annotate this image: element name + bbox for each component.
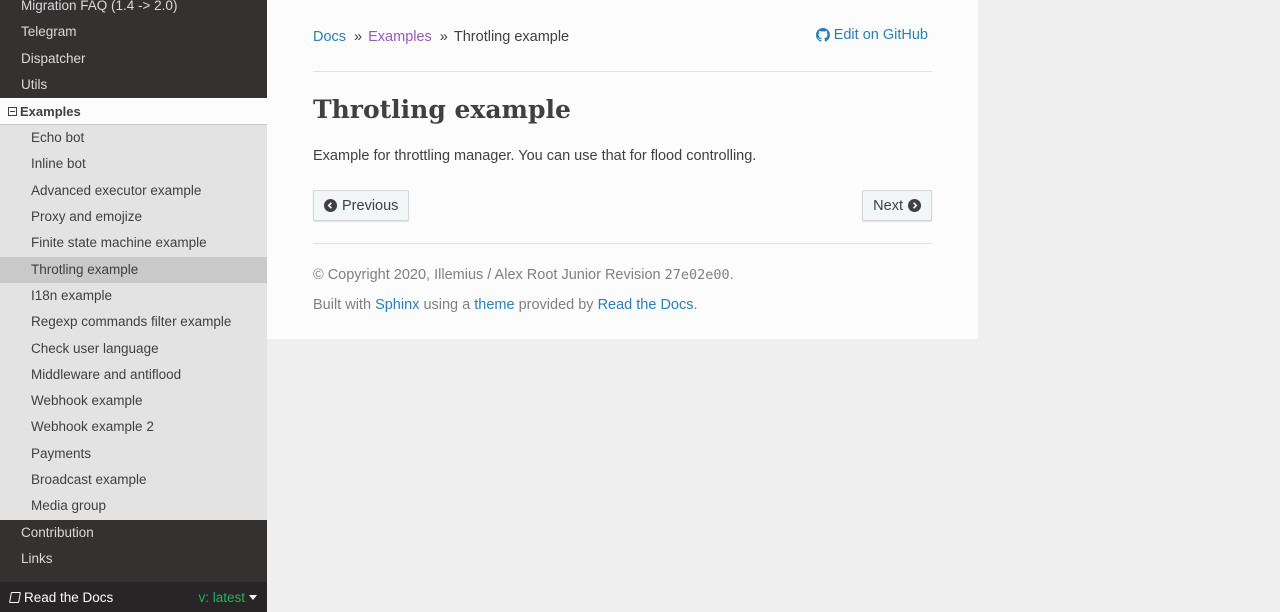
collapse-toggle-icon[interactable] (8, 106, 17, 116)
sidebar-subitem-inline-bot[interactable]: Inline bot (0, 151, 267, 177)
sidebar-subitem-proxy-emojize[interactable]: Proxy and emojize (0, 204, 267, 230)
read-the-docs-link[interactable]: Read the Docs (598, 297, 694, 313)
page-title: Throtling example (313, 95, 571, 124)
sidebar-subitem-throtling[interactable]: Throtling example (0, 256, 267, 283)
sidebar-item-utils[interactable]: Utils (0, 72, 267, 98)
sidebar-submenu: Echo bot Inline bot Advanced executor ex… (0, 125, 267, 520)
sidebar-subitem-payments[interactable]: Payments (0, 441, 267, 467)
main-content: Docs » Examples » Throtling example Edit… (267, 0, 978, 339)
edit-on-github-label: Edit on GitHub (833, 27, 928, 43)
rtd-version-bar[interactable]: Read the Docs v: latest (0, 582, 267, 612)
page-description: Example for throttling manager. You can … (313, 148, 757, 164)
sidebar-item-migration-faq[interactable]: Migration FAQ (1.4 -> 2.0) (0, 0, 267, 19)
breadcrumb-current: Throtling example (453, 29, 570, 45)
sidebar-item-links[interactable]: Links (0, 546, 267, 572)
previous-button[interactable]: Previous (313, 190, 410, 221)
sidebar-bottom-menu: Contribution Links (0, 520, 267, 573)
sidebar-top-menu: Migration FAQ (1.4 -> 2.0) Telegram Disp… (0, 0, 267, 98)
sidebar-subitem-webhook[interactable]: Webhook example (0, 388, 267, 414)
sidebar-subitem-i18n[interactable]: I18n example (0, 283, 267, 309)
sidebar-item-contribution[interactable]: Contribution (0, 520, 267, 546)
sphinx-link[interactable]: Sphinx (375, 297, 419, 313)
built-with-text: Built with (313, 297, 372, 313)
divider (313, 71, 932, 72)
sidebar-subitem-broadcast[interactable]: Broadcast example (0, 467, 267, 493)
breadcrumb: Docs » Examples » Throtling example Edit… (313, 27, 932, 47)
rtd-label-group: Read the Docs (9, 589, 114, 605)
using-a-text: using a (423, 297, 471, 313)
sidebar-item-telegram[interactable]: Telegram (0, 19, 267, 45)
sidebar-subitem-check-language[interactable]: Check user language (0, 336, 267, 362)
provided-by-text: provided by (518, 297, 594, 313)
github-icon (815, 28, 830, 42)
rtd-label: Read the Docs (24, 589, 114, 605)
built-with: Built with Sphinx using a theme provided… (313, 297, 698, 313)
footer-period: . (693, 297, 698, 313)
book-icon (9, 591, 21, 603)
breadcrumb-separator: » (439, 29, 448, 45)
breadcrumb-examples-link[interactable]: Examples (368, 29, 432, 45)
sidebar-subitem-media-group[interactable]: Media group (0, 493, 267, 519)
sidebar-item-examples[interactable]: Examples (0, 98, 267, 126)
copyright-period: . (729, 267, 734, 283)
version-label: v: latest (198, 589, 245, 605)
sidebar-item-dispatcher[interactable]: Dispatcher (0, 46, 267, 72)
version-selector[interactable]: v: latest (198, 590, 257, 605)
edit-on-github-link[interactable]: Edit on GitHub (815, 27, 928, 43)
next-label: Next (873, 197, 903, 214)
sidebar: Migration FAQ (1.4 -> 2.0) Telegram Disp… (0, 0, 267, 612)
previous-label: Previous (342, 197, 399, 214)
sidebar-item-label: Examples (20, 103, 81, 119)
divider (313, 243, 932, 244)
arrow-circle-left-icon (324, 199, 337, 212)
sidebar-subitem-webhook-2[interactable]: Webhook example 2 (0, 414, 267, 440)
copyright-text: © Copyright 2020, Illemius / Alex Root J… (313, 267, 661, 283)
theme-link[interactable]: theme (474, 297, 514, 313)
sidebar-subitem-echo-bot[interactable]: Echo bot (0, 125, 267, 151)
next-button[interactable]: Next (862, 190, 932, 221)
caret-down-icon (249, 594, 257, 600)
sidebar-subitem-regexp[interactable]: Regexp commands filter example (0, 309, 267, 335)
sidebar-subitem-advanced-executor[interactable]: Advanced executor example (0, 178, 267, 204)
sidebar-subitem-middleware[interactable]: Middleware and antiflood (0, 362, 267, 388)
copyright: © Copyright 2020, Illemius / Alex Root J… (313, 267, 734, 283)
breadcrumb-separator: » (354, 29, 363, 45)
breadcrumb-docs-link[interactable]: Docs (313, 29, 346, 45)
sidebar-subitem-fsm[interactable]: Finite state machine example (0, 230, 267, 256)
revision-hash: 27e02e00 (664, 267, 730, 283)
arrow-circle-right-icon (908, 199, 921, 212)
